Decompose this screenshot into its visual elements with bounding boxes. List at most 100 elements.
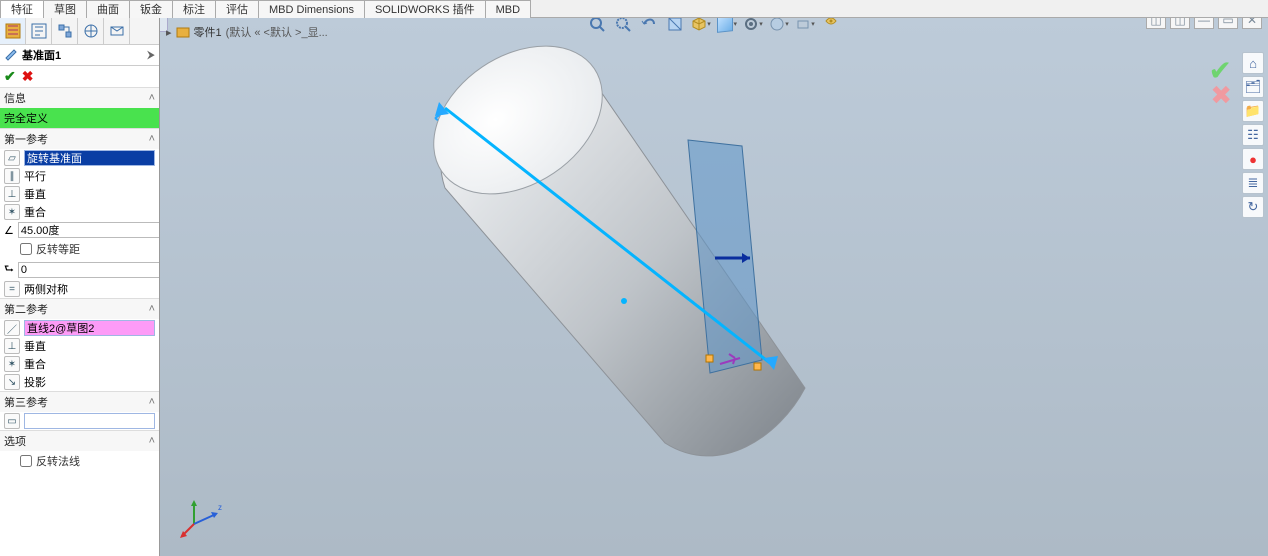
- section-ref2-label: 第二参考: [4, 301, 48, 317]
- chevron-up-icon: ˄: [149, 396, 155, 408]
- tab-sketch[interactable]: 草图: [43, 0, 87, 18]
- section-ref1-header[interactable]: 第一参考 ˄: [0, 129, 159, 149]
- reload-icon[interactable]: ↻: [1242, 196, 1264, 218]
- apply-scene-button[interactable]: ▾: [794, 18, 816, 35]
- ref1-selection[interactable]: 旋转基准面: [24, 150, 155, 166]
- pm-title: 基准面1: [22, 47, 61, 63]
- dimxpert-tab-icon[interactable]: [78, 18, 104, 44]
- count-icon[interactable]: ⮑: [4, 260, 14, 279]
- ref3-select-icon[interactable]: ▭: [4, 413, 20, 429]
- breadcrumb-part: 零件1: [194, 24, 222, 40]
- tab-sheetmetal[interactable]: 钣金: [129, 0, 173, 18]
- reverse-normal-label: 反转法线: [36, 453, 80, 469]
- opt-coincident[interactable]: 重合: [24, 204, 46, 220]
- reverse-offset-checkbox[interactable]: [20, 243, 32, 255]
- pm-tab-icon[interactable]: [26, 18, 52, 44]
- chevron-up-icon: ˄: [149, 303, 155, 315]
- file-explorer-icon[interactable]: 📁: [1242, 100, 1264, 122]
- config-tab-icon[interactable]: [52, 18, 78, 44]
- ref3-selection[interactable]: [24, 413, 155, 429]
- chevron-up-icon: ˄: [149, 92, 155, 104]
- chevron-up-icon: ˄: [149, 133, 155, 145]
- ref2-selection[interactable]: 直线2@草图2: [24, 320, 155, 336]
- graphics-viewport[interactable]: ▸ 零件1 (默认 « <默认 >_显... ▾ ▾ ▾ ▾ ▾ ◫ ◫ — ▭: [160, 18, 1268, 556]
- tab-evaluate[interactable]: 评估: [215, 0, 259, 18]
- opt-parallel[interactable]: 平行: [24, 168, 46, 184]
- opt-project[interactable]: 投影: [24, 374, 46, 390]
- view-toolbar: ▾ ▾ ▾ ▾ ▾: [582, 18, 846, 37]
- section-ref1-label: 第一参考: [4, 131, 48, 147]
- chevron-up-icon: ˄: [149, 435, 155, 447]
- window-controls: ◫ ◫ — ▭ ✕: [1146, 18, 1262, 29]
- split-viewport-2-button[interactable]: ◫: [1170, 18, 1190, 29]
- pm-tabstrip: [0, 18, 159, 45]
- reverse-normal-checkbox[interactable]: [20, 455, 32, 467]
- coincident-icon[interactable]: ✶: [4, 204, 20, 220]
- section-options-label: 选项: [4, 433, 26, 449]
- section-ref3-label: 第三参考: [4, 394, 48, 410]
- breadcrumb-arrow-icon: ▸: [166, 26, 172, 39]
- property-manager-panel: 基准面1 ⮞ ✔ ✖ 信息 ˄ 完全定义 第一参考 ˄ ▱ 旋转基准面: [0, 18, 160, 556]
- tab-feature[interactable]: 特征: [0, 0, 44, 18]
- plane-select-icon[interactable]: ▱: [4, 150, 20, 166]
- library-icon[interactable]: 🗂: [1242, 76, 1264, 98]
- breadcrumb[interactable]: ▸ 零件1 (默认 « <默认 >_显...: [166, 24, 328, 40]
- display-tab-icon[interactable]: [104, 18, 130, 44]
- tab-mbddim[interactable]: MBD Dimensions: [258, 0, 365, 18]
- section-info-label: 信息: [4, 90, 26, 106]
- confirm-cancel-icon[interactable]: ✖: [1210, 80, 1232, 111]
- opt-coincident-2[interactable]: 重合: [24, 356, 46, 372]
- zoom-fit-button[interactable]: [586, 18, 608, 35]
- split-viewport-1-button[interactable]: ◫: [1146, 18, 1166, 29]
- home-icon[interactable]: ⌂: [1242, 52, 1264, 74]
- ribbon-tabstrip: 特征 草图 曲面 钣金 标注 评估 MBD Dimensions SOLIDWO…: [0, 0, 1268, 18]
- section-view-button[interactable]: [664, 18, 686, 35]
- section-info-header[interactable]: 信息 ˄: [0, 88, 159, 108]
- opt-perpendicular-2[interactable]: 垂直: [24, 338, 46, 354]
- section-options-header[interactable]: 选项 ˄: [0, 431, 159, 451]
- zoom-area-button[interactable]: [612, 18, 634, 35]
- parallel-icon[interactable]: ∥: [4, 168, 20, 184]
- task-pane: ⌂ 🗂 📁 ☷ ● ≣ ↻: [1242, 52, 1264, 218]
- hide-show-button[interactable]: ▾: [742, 18, 764, 35]
- ok-button[interactable]: ✔: [4, 68, 16, 85]
- mid-icon[interactable]: =: [4, 281, 20, 297]
- angle-input[interactable]: [18, 222, 160, 238]
- tab-mbd[interactable]: MBD: [485, 0, 531, 18]
- custom-props-icon[interactable]: ≣: [1242, 172, 1264, 194]
- previous-view-button[interactable]: [638, 18, 660, 35]
- count-input[interactable]: [18, 262, 160, 278]
- view-palette-icon[interactable]: ☷: [1242, 124, 1264, 146]
- tab-addins[interactable]: SOLIDWORKS 插件: [364, 0, 486, 18]
- edit-appearance-button[interactable]: ▾: [768, 18, 790, 35]
- project-icon[interactable]: ↘: [4, 374, 20, 390]
- pushpin-icon[interactable]: ⮞: [147, 49, 155, 62]
- view-settings-button[interactable]: [820, 18, 842, 35]
- perpendicular-icon[interactable]: ⊥: [4, 338, 20, 354]
- svg-text:z: z: [218, 503, 222, 512]
- view-orientation-button[interactable]: ▾: [690, 18, 712, 35]
- status-fully-defined: 完全定义: [0, 108, 159, 128]
- section-ref2-header[interactable]: 第二参考 ˄: [0, 299, 159, 319]
- reverse-offset-label: 反转等距: [36, 241, 80, 257]
- display-style-button[interactable]: ▾: [716, 18, 738, 35]
- section-ref3-header[interactable]: 第三参考 ˄: [0, 392, 159, 412]
- feature-tree-tab-icon[interactable]: [0, 18, 26, 44]
- tab-surface[interactable]: 曲面: [86, 0, 130, 18]
- close-button[interactable]: ✕: [1242, 18, 1262, 29]
- edge-select-icon[interactable]: ／: [4, 320, 20, 336]
- pm-title-row: 基准面1 ⮞: [0, 45, 159, 66]
- minimize-button[interactable]: —: [1194, 18, 1214, 29]
- coincident-icon[interactable]: ✶: [4, 356, 20, 372]
- model-graphics: [160, 18, 1268, 556]
- opt-midplane[interactable]: 两侧对称: [24, 281, 68, 297]
- tab-annotate[interactable]: 标注: [172, 0, 216, 18]
- maximize-button[interactable]: ▭: [1218, 18, 1238, 29]
- cancel-button[interactable]: ✖: [22, 68, 34, 85]
- angle-icon[interactable]: ∠: [4, 224, 14, 237]
- opt-perpendicular[interactable]: 垂直: [24, 186, 46, 202]
- view-triad[interactable]: z: [178, 492, 226, 540]
- perpendicular-icon[interactable]: ⊥: [4, 186, 20, 202]
- plane-icon: [4, 48, 18, 62]
- appearances-icon[interactable]: ●: [1242, 148, 1264, 170]
